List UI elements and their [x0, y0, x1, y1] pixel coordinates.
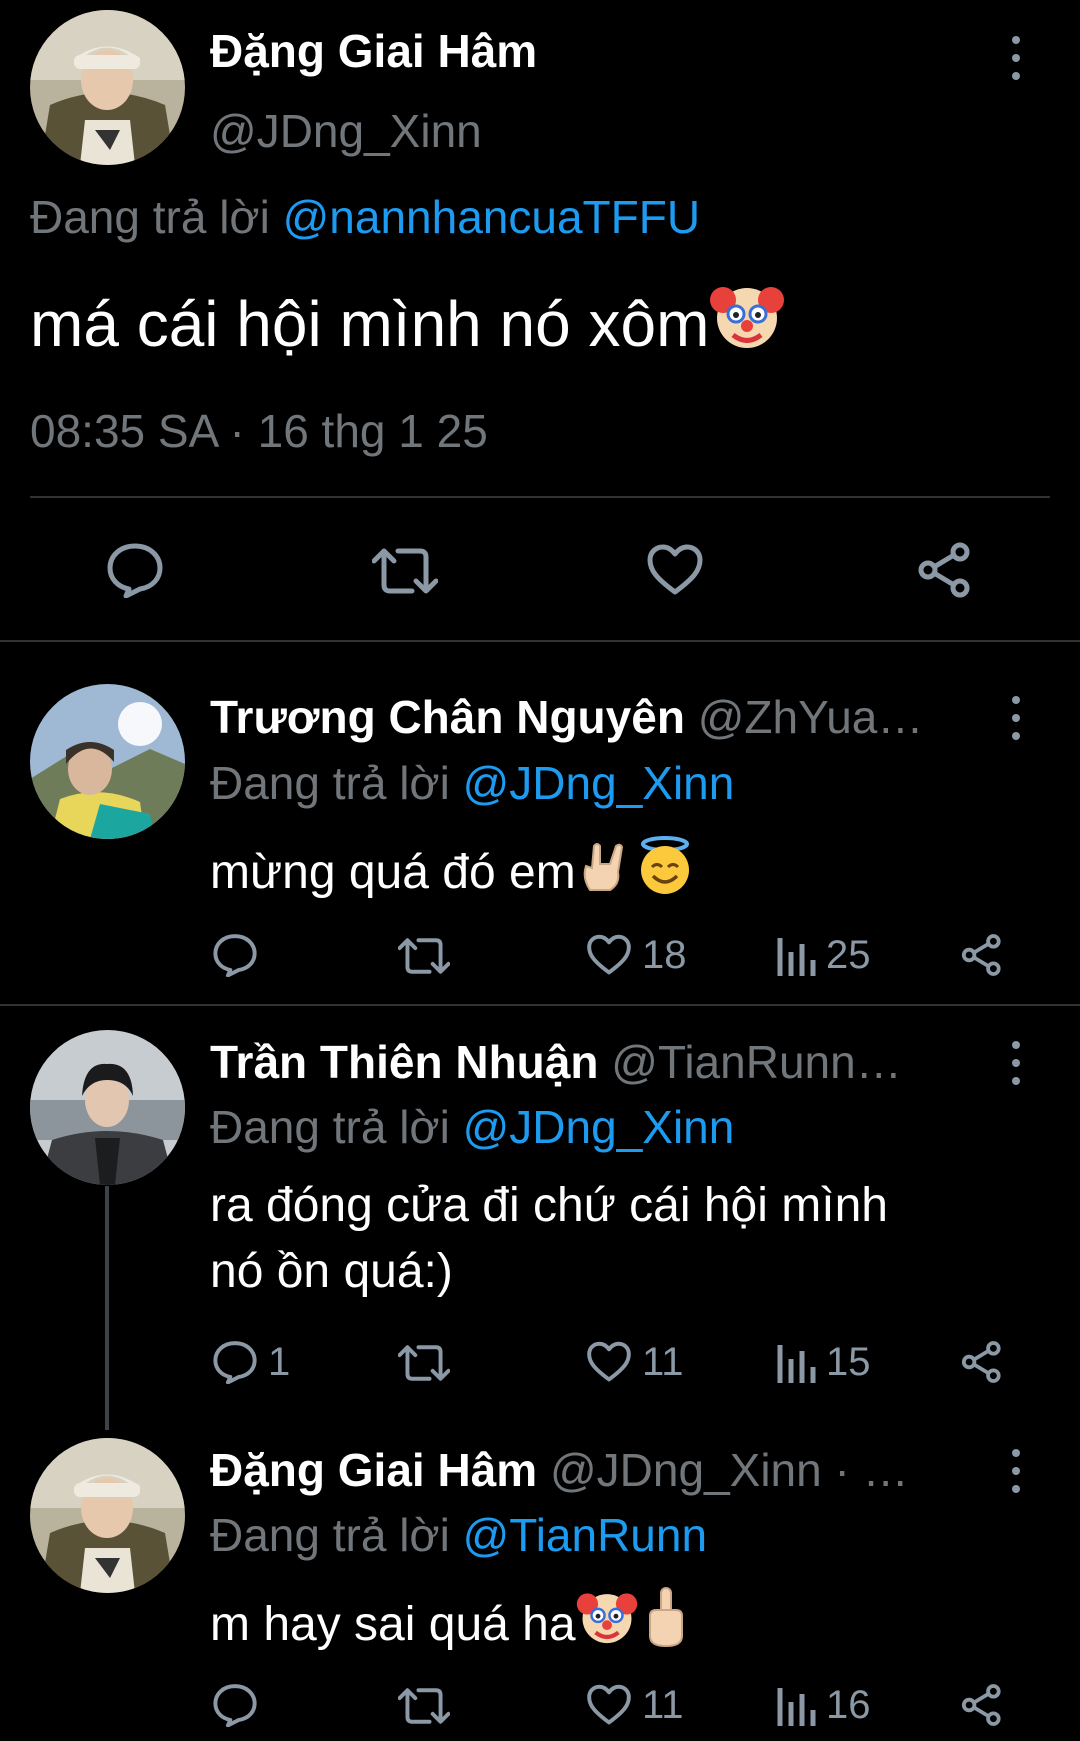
like-icon	[587, 1684, 631, 1725]
reply-icon	[107, 543, 163, 598]
thread-connector-line	[105, 1186, 109, 1430]
author-handle[interactable]: @JDng_Xinn · …	[550, 1444, 909, 1496]
author-handle[interactable]: @ZhYua…	[698, 691, 924, 743]
retweet-icon	[398, 1345, 450, 1381]
views-button[interactable]: 16	[776, 1684, 871, 1726]
view-count: 16	[826, 1683, 871, 1727]
divider	[30, 496, 1050, 498]
reply-prefix: Đang trả lời	[210, 1509, 450, 1561]
like-count: 11	[642, 1683, 684, 1727]
reply-prefix: Đang trả lời	[30, 191, 270, 243]
share-icon	[918, 542, 970, 598]
like-button[interactable]	[646, 544, 704, 596]
like-count: 11	[642, 1340, 684, 1384]
avatar-tran-thien-nhuan[interactable]	[30, 1030, 185, 1185]
views-icon	[777, 1345, 816, 1383]
reply-header: Đặng Giai Hâm @JDng_Xinn · …	[210, 1443, 990, 1497]
divider	[0, 1004, 1080, 1006]
view-count: 25	[826, 933, 871, 977]
tweet-text-content: m hay sai quá ha	[210, 1598, 576, 1651]
reply-context: Đang trả lời @JDng_Xinn	[210, 756, 734, 810]
reply-context: Đang trả lời @TianRunn	[210, 1508, 707, 1562]
reply-count: 1	[268, 1340, 291, 1384]
like-button[interactable]: 18	[586, 934, 687, 976]
reply-button[interactable]	[106, 542, 164, 598]
reply-to-link[interactable]: @JDng_Xinn	[463, 1101, 735, 1153]
tweet-text-line-1: ra đóng cửa đi chứ cái hội mình	[210, 1179, 888, 1232]
reply-button[interactable]	[212, 1683, 268, 1727]
like-button[interactable]: 11	[586, 1341, 684, 1383]
views-button[interactable]: 15	[776, 1341, 871, 1383]
retweet-button[interactable]	[398, 935, 450, 977]
timestamp-separator: ·	[229, 405, 245, 457]
like-icon	[587, 1341, 631, 1382]
clown-emoji-icon	[576, 1586, 638, 1660]
retweet-button[interactable]	[398, 1342, 450, 1384]
retweet-button[interactable]	[398, 1685, 450, 1727]
reply-prefix: Đang trả lời	[210, 757, 450, 809]
tweet-text: má cái hội mình nó xôm	[30, 278, 785, 369]
retweet-icon	[398, 1688, 450, 1724]
share-icon	[961, 934, 1001, 976]
reply-to-link[interactable]: @TianRunn	[463, 1509, 707, 1561]
retweet-icon	[398, 938, 450, 974]
tweet-text-content: mừng quá đó em	[210, 846, 576, 899]
reply-prefix: Đang trả lời	[210, 1101, 450, 1153]
share-button[interactable]	[960, 1683, 1004, 1727]
tweet-text-content: má cái hội mình nó xôm	[30, 288, 710, 360]
views-icon	[777, 938, 816, 976]
divider	[0, 640, 1080, 642]
more-options-icon[interactable]	[1008, 1449, 1024, 1493]
views-icon	[777, 1688, 816, 1726]
reply-icon	[213, 934, 257, 977]
share-button[interactable]	[960, 933, 1004, 977]
author-name[interactable]: Đặng Giai Hâm	[210, 24, 537, 78]
retweet-icon	[372, 548, 438, 594]
tweet-time: 08:35 SA	[30, 405, 217, 457]
more-options-icon[interactable]	[1008, 36, 1024, 80]
like-count: 18	[642, 933, 687, 977]
reply-context: Đang trả lời @JDng_Xinn	[210, 1100, 734, 1154]
retweet-button[interactable]	[372, 545, 438, 597]
avatar-dang-giai-ham[interactable]	[30, 10, 185, 165]
reply-context: Đang trả lời @nannhancuaTFFU	[30, 190, 700, 244]
tweet-text: mừng quá đó em	[210, 834, 696, 908]
author-handle[interactable]: @TianRunn…	[611, 1036, 901, 1088]
author-name[interactable]: Đặng Giai Hâm	[210, 1444, 537, 1496]
avatar-dang-giai-ham[interactable]	[30, 1438, 185, 1593]
author-handle[interactable]: @JDng_Xinn	[210, 104, 482, 158]
view-count: 15	[826, 1340, 871, 1384]
reply-icon	[213, 1684, 257, 1727]
reply-header: Trần Thiên Nhuận @TianRunn…	[210, 1035, 990, 1089]
more-options-icon[interactable]	[1008, 1041, 1024, 1085]
tweet-date: 16 thg 1 25	[257, 405, 488, 457]
reply-to-link[interactable]: @nannhancuaTFFU	[283, 191, 700, 243]
author-name[interactable]: Trương Chân Nguyên	[210, 691, 685, 743]
share-icon	[961, 1684, 1001, 1726]
views-button[interactable]: 25	[776, 934, 871, 976]
like-icon	[587, 934, 631, 975]
share-button[interactable]	[960, 1340, 1004, 1384]
reply-button[interactable]	[212, 933, 268, 977]
tweet-text: m hay sai quá ha	[210, 1586, 688, 1660]
avatar-truong-chan-nguyen[interactable]	[30, 684, 185, 839]
reply-icon	[213, 1341, 257, 1384]
reply-header: Trương Chân Nguyên @ZhYua…	[210, 690, 990, 744]
author-name[interactable]: Trần Thiên Nhuận	[210, 1036, 598, 1088]
rock-on-hand-emoji-icon	[576, 838, 634, 908]
more-options-icon[interactable]	[1008, 696, 1024, 740]
smiling-halo-emoji-icon	[634, 834, 696, 908]
middle-finger-emoji-icon	[644, 1586, 688, 1660]
tweet-timestamp: 08:35 SA · 16 thg 1 25	[30, 404, 488, 458]
share-button[interactable]	[916, 542, 974, 598]
tweet-text-line-2: nó ồn quá:)	[210, 1245, 453, 1298]
like-button[interactable]: 11	[586, 1684, 684, 1726]
reply-to-link[interactable]: @JDng_Xinn	[463, 757, 735, 809]
share-icon	[961, 1341, 1001, 1383]
clown-emoji-icon	[709, 278, 785, 369]
reply-button[interactable]: 1	[212, 1340, 290, 1384]
like-icon	[647, 544, 703, 595]
